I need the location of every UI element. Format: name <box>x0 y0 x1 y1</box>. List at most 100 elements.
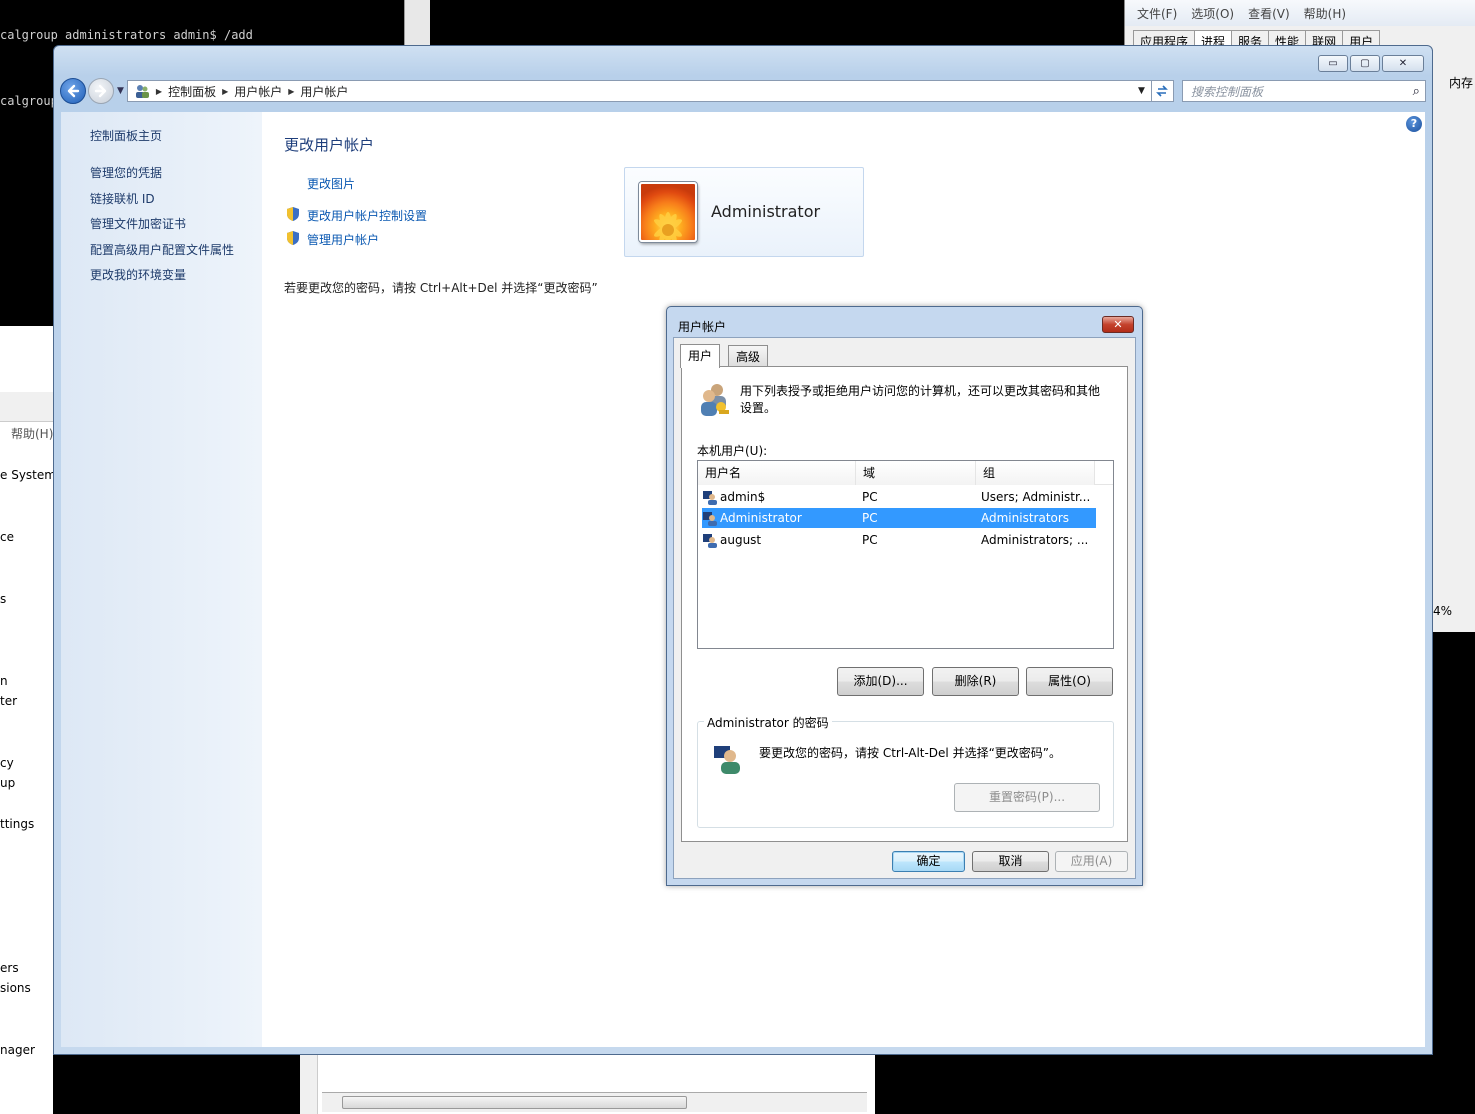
address-bar[interactable]: ▶ 控制面板 ▶ 用户帐户 ▶ 用户帐户 ▼ <box>126 80 1152 102</box>
bg-list-item[interactable]: cy <box>0 756 14 770</box>
account-tile[interactable]: Administrator <box>624 167 864 257</box>
bg-list-item[interactable]: s <box>0 592 6 606</box>
users-icon <box>135 85 149 98</box>
apply-button[interactable]: 应用(A) <box>1055 851 1128 872</box>
password-hint: 若要更改您的密码，请按 Ctrl+Alt+Del 并选择“更改密码” <box>284 281 598 295</box>
cell-domain: PC <box>862 533 878 547</box>
forward-button[interactable] <box>88 78 114 104</box>
link-advanced-profile[interactable]: 配置高级用户配置文件属性 <box>90 241 234 258</box>
link-change-picture[interactable]: 更改图片 <box>307 175 355 192</box>
menu-view[interactable]: 查看(V) <box>1248 5 1290 22</box>
minimize-button[interactable]: ▭ <box>1318 55 1348 72</box>
intro-text: 用下列表授予或拒绝用户访问您的计算机，还可以更改其密码和其他设置。 <box>740 384 1101 415</box>
background-window-left: 帮助(H) e System ce s n ter cy up ttings e… <box>0 326 53 1114</box>
column-username[interactable]: 用户名 <box>698 461 856 485</box>
help-icon[interactable]: ? <box>1406 116 1422 132</box>
tab-users[interactable]: 用户 <box>680 344 721 368</box>
cancel-button[interactable]: 取消 <box>972 851 1049 872</box>
ok-button[interactable]: 确定 <box>892 851 965 872</box>
cell-username: august <box>720 533 762 547</box>
link-encryption-certificates[interactable]: 管理文件加密证书 <box>90 215 186 232</box>
bg-list-item[interactable]: up <box>0 776 15 790</box>
user-icon <box>703 512 717 526</box>
cell-domain: PC <box>862 490 878 504</box>
breadcrumb-separator-icon[interactable]: ▶ <box>288 87 294 96</box>
recent-pages-dropdown[interactable]: ▼ <box>117 86 124 96</box>
left-task-pane: 控制面板主页 管理您的凭据 链接联机 ID 管理文件加密证书 配置高级用户配置文… <box>61 112 262 1047</box>
cell-group: Administrators; ... <box>981 533 1089 547</box>
properties-button[interactable]: 属性(O) <box>1026 667 1113 696</box>
reset-password-button[interactable]: 重置密码(P)... <box>954 783 1100 812</box>
bg-toolbar <box>0 392 53 422</box>
search-input[interactable]: 搜索控制面板 ⌕ <box>1181 80 1426 102</box>
bg-list-item[interactable]: ter <box>0 694 17 708</box>
dialog-close-button[interactable]: ✕ <box>1102 316 1134 333</box>
uac-shield-icon <box>287 231 299 245</box>
tab-advanced[interactable]: 高级 <box>728 345 769 367</box>
user-icon <box>703 534 717 548</box>
background-window-bottom <box>300 1055 875 1114</box>
search-icon[interactable]: ⌕ <box>1413 84 1420 99</box>
breadcrumb-separator-icon[interactable]: ▶ <box>222 87 228 96</box>
task-manager-menubar: 文件(F) 选项(O) 查看(V) 帮助(H) <box>1125 0 1475 26</box>
back-button[interactable] <box>60 78 86 104</box>
maximize-button[interactable]: ▢ <box>1350 55 1380 72</box>
search-placeholder: 搜索控制面板 <box>1190 84 1263 99</box>
bg-list-item[interactable]: nager <box>0 1043 35 1057</box>
bg-list-item[interactable]: ce <box>0 530 14 544</box>
breadcrumb-user-accounts-1[interactable]: 用户帐户 <box>234 83 282 100</box>
link-online-id[interactable]: 链接联机 ID <box>90 190 155 207</box>
avatar[interactable] <box>639 182 697 244</box>
remove-user-button[interactable]: 删除(R) <box>932 667 1019 696</box>
close-button[interactable]: ✕ <box>1382 55 1424 72</box>
table-row-selected[interactable]: Administrator PC Administrators <box>702 508 1096 528</box>
link-control-panel-home[interactable]: 控制面板主页 <box>90 127 162 144</box>
refresh-button[interactable] <box>1151 80 1174 102</box>
account-name: Administrator <box>711 202 821 221</box>
page-title: 更改用户帐户 <box>284 136 375 154</box>
breadcrumb-control-panel[interactable]: 控制面板 <box>168 83 216 100</box>
navigation-bar: ▼ ▶ 控制面板 ▶ 用户帐户 ▶ 用户帐户 ▼ 搜索控制面板 ⌕ <box>60 76 1426 106</box>
menu-options[interactable]: 选项(O) <box>1191 5 1234 22</box>
link-manage-user-accounts[interactable]: 管理用户帐户 <box>307 231 379 248</box>
console-scrollbar[interactable] <box>404 0 430 46</box>
bg-list-item[interactable]: ttings <box>0 817 34 831</box>
bg-list-item[interactable]: e System <box>0 468 53 482</box>
user-accounts-dialog: 用户帐户 ✕ 用户 高级 用下列表授予或拒绝用户访问您的计算机，还可以更改其密码… <box>666 306 1143 886</box>
column-group[interactable]: 组 <box>976 461 1095 485</box>
link-uac-settings[interactable]: 更改用户帐户控制设置 <box>307 207 427 224</box>
bg-list-item[interactable]: n <box>0 674 8 688</box>
password-group-title: Administrator 的密码 <box>704 714 832 731</box>
scroll-thumb[interactable] <box>342 1096 687 1109</box>
menu-help[interactable]: 帮助(H) <box>1304 5 1346 22</box>
dialog-body: 用户 高级 用下列表授予或拒绝用户访问您的计算机，还可以更改其密码和其他设置。 … <box>673 337 1136 879</box>
table-row[interactable]: august PC Administrators; ... <box>702 530 1096 550</box>
caption-buttons: ▭ ▢ ✕ <box>1318 55 1424 72</box>
cell-domain: PC <box>862 511 878 525</box>
flower-icon <box>654 212 682 244</box>
link-environment-variables[interactable]: 更改我的环境变量 <box>90 266 186 283</box>
bg-list-item[interactable]: ers <box>0 961 19 975</box>
console-line-1: calgroup administrators admin$ /add <box>0 28 253 42</box>
breadcrumb-separator-icon[interactable]: ▶ <box>156 87 162 96</box>
bg-list-item[interactable]: sions <box>0 981 31 995</box>
horizontal-scrollbar[interactable] <box>322 1092 867 1112</box>
vertical-scrollbar[interactable] <box>300 1055 318 1114</box>
menu-file[interactable]: 文件(F) <box>1137 5 1177 22</box>
uac-shield-icon <box>287 207 299 221</box>
password-instructions: 要更改您的密码，请按 Ctrl-Alt-Del 并选择“更改密码”。 <box>759 746 1062 760</box>
column-domain[interactable]: 域 <box>856 461 976 485</box>
refresh-icon <box>1156 85 1169 97</box>
arrow-right-icon <box>94 84 107 98</box>
column-memory[interactable]: 内存 <box>1449 74 1473 91</box>
link-manage-credentials[interactable]: 管理您的凭据 <box>90 164 162 181</box>
add-user-button[interactable]: 添加(D)... <box>837 667 924 696</box>
breadcrumb-user-accounts-2[interactable]: 用户帐户 <box>300 83 348 100</box>
users-tab-page: 用下列表授予或拒绝用户访问您的计算机，还可以更改其密码和其他设置。 本机用户(U… <box>681 366 1128 842</box>
bg-help-menu[interactable]: 帮助(H) <box>11 425 53 442</box>
address-dropdown-icon[interactable]: ▼ <box>1138 86 1151 96</box>
dialog-title: 用户帐户 <box>678 320 727 334</box>
users-list[interactable]: 用户名 域 组 admin$ PC Users; Administr... Ad… <box>697 460 1114 649</box>
table-row[interactable]: admin$ PC Users; Administr... <box>702 487 1096 507</box>
arrow-left-icon <box>67 84 80 98</box>
